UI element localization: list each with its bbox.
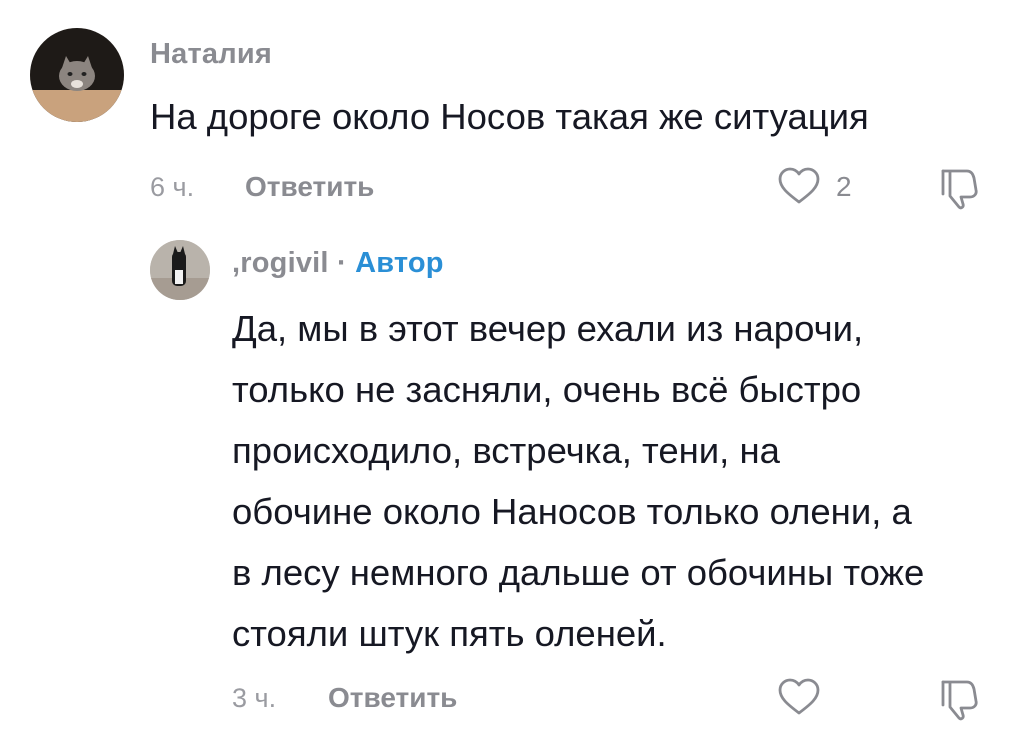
username-separator: ·	[336, 247, 347, 279]
comment-text: На дороге около Носов такая же ситуация	[150, 96, 869, 137]
reply-button[interactable]: Ответить	[245, 171, 374, 203]
like-button[interactable]	[777, 166, 821, 206]
comment-username[interactable]: Наталия	[150, 38, 272, 71]
heart-icon	[778, 678, 820, 715]
user-avatar[interactable]	[150, 240, 210, 300]
comment-timestamp: 3 ч.	[232, 683, 277, 713]
dislike-button[interactable]	[937, 166, 979, 210]
cat-avatar-icon	[150, 240, 210, 300]
like-count: 2	[836, 171, 852, 202]
thumbs-down-icon	[941, 169, 978, 210]
heart-icon	[778, 167, 820, 204]
author-badge: Автор	[355, 247, 444, 279]
comment-username[interactable]: ,rogivil	[232, 247, 329, 279]
dislike-button[interactable]	[937, 677, 979, 721]
reply-username-line: ,rogivil · Автор	[232, 247, 444, 280]
user-avatar[interactable]	[30, 28, 124, 122]
comment-text: Да, мы в этот вечер ехали из нарочи, тол…	[232, 308, 925, 654]
comment-timestamp: 6 ч.	[150, 172, 195, 202]
thumbs-down-icon	[941, 680, 978, 721]
like-button[interactable]	[777, 677, 821, 717]
reply-button[interactable]: Ответить	[328, 682, 457, 714]
cat-avatar-icon	[30, 28, 124, 122]
